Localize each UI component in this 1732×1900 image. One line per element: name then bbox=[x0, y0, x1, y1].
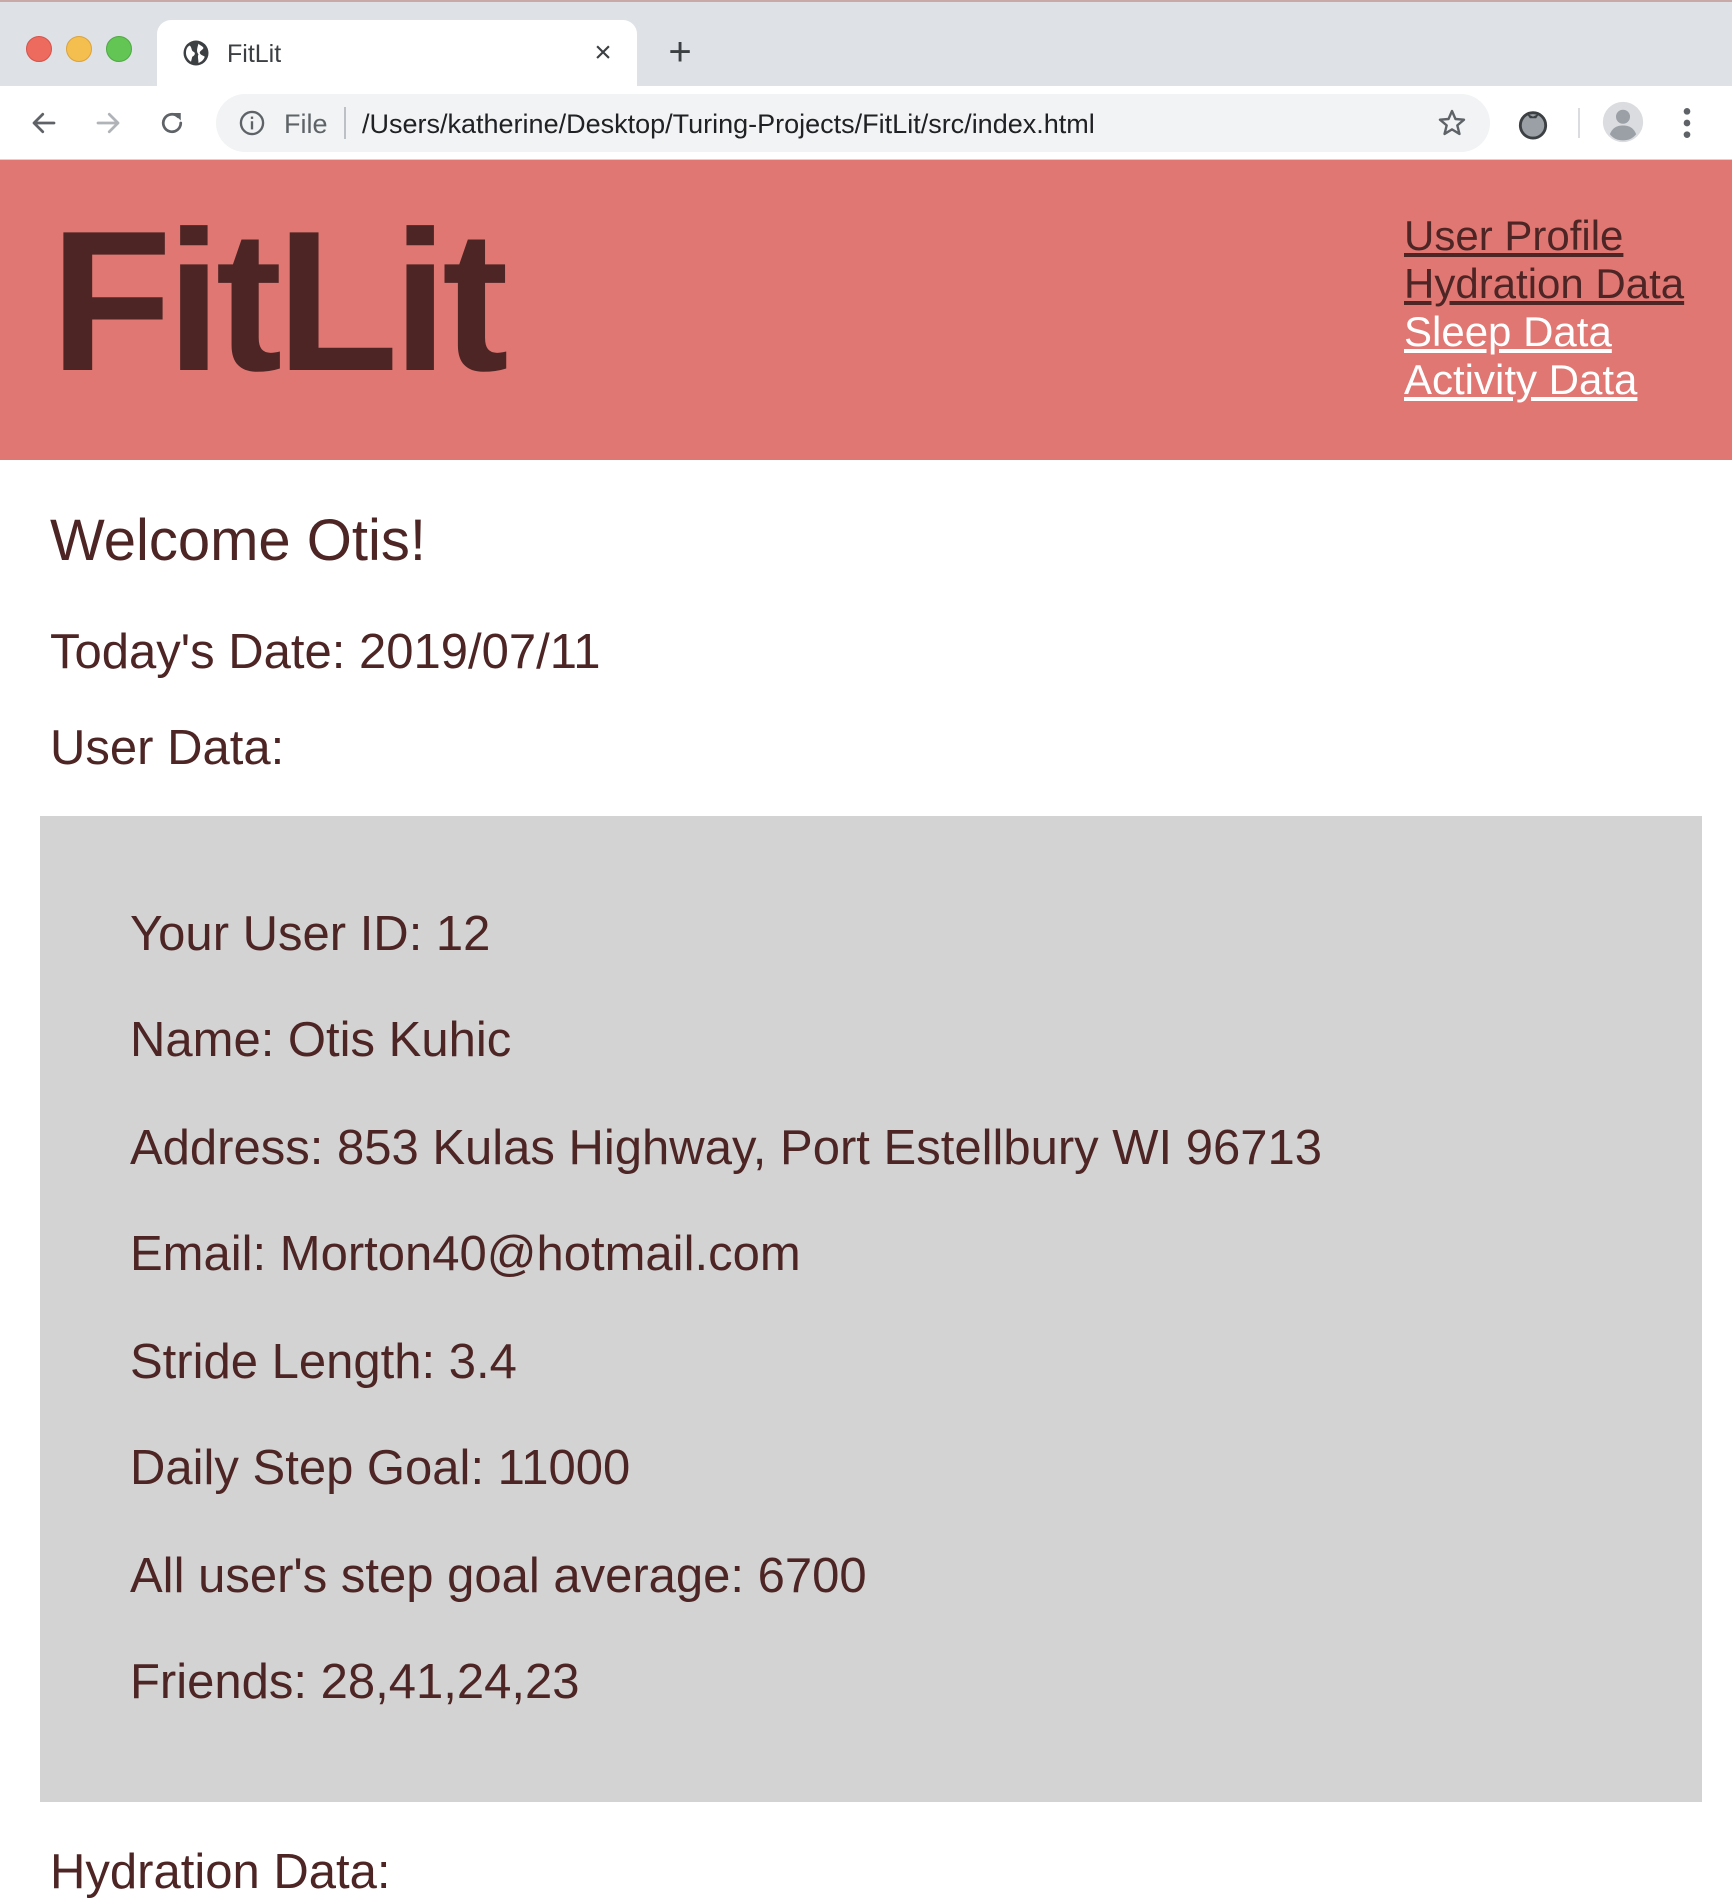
user-name: Name: Otis Kuhic bbox=[130, 1013, 512, 1067]
forward-arrow-icon bbox=[96, 112, 120, 134]
browser-tab-active[interactable]: FitLit × bbox=[157, 20, 637, 88]
star-icon[interactable] bbox=[1436, 107, 1468, 139]
globe-icon bbox=[183, 40, 209, 66]
nav-link-hydration-data[interactable]: Hydration Data bbox=[1404, 260, 1684, 308]
nav-link-sleep-data[interactable]: Sleep Data bbox=[1404, 308, 1684, 356]
browser-tab-strip: FitLit × + bbox=[0, 0, 1732, 88]
reload-icon bbox=[161, 112, 183, 134]
todays-date: Today's Date: 2019/07/11 bbox=[50, 625, 601, 679]
reload-button[interactable] bbox=[153, 104, 191, 142]
tab-close-icon[interactable]: × bbox=[587, 37, 619, 69]
address-scheme-label: File bbox=[284, 109, 328, 139]
info-icon[interactable] bbox=[238, 109, 266, 137]
tomato-extension-icon[interactable] bbox=[1514, 104, 1552, 142]
forward-button[interactable] bbox=[89, 104, 127, 142]
average-step-goal: All user's step goal average: 6700 bbox=[130, 1549, 867, 1603]
hydration-data-heading: Hydration Data: bbox=[50, 1845, 391, 1899]
back-button[interactable] bbox=[25, 104, 63, 142]
nav-link-user-profile[interactable]: User Profile bbox=[1404, 212, 1684, 260]
site-nav: User Profile Hydration Data Sleep Data A… bbox=[1404, 212, 1684, 404]
window-minimize-button[interactable] bbox=[66, 36, 92, 62]
browser-toolbar: File /Users/katherine/Desktop/Turing-Pro… bbox=[0, 86, 1732, 160]
nav-link-activity-data[interactable]: Activity Data bbox=[1404, 356, 1684, 404]
window-close-button[interactable] bbox=[26, 36, 52, 62]
address-bar[interactable]: File /Users/katherine/Desktop/Turing-Pro… bbox=[216, 94, 1490, 152]
user-address: Address: 853 Kulas Highway, Port Estellb… bbox=[130, 1121, 1323, 1175]
site-header: FitLit User Profile Hydration Data Sleep… bbox=[0, 160, 1732, 460]
site-logo: FitLit bbox=[50, 190, 509, 413]
new-tab-button[interactable]: + bbox=[662, 32, 698, 72]
friends-list: Friends: 28,41,24,23 bbox=[130, 1655, 580, 1709]
profile-icon[interactable] bbox=[1602, 101, 1644, 143]
daily-step-goal: Daily Step Goal: 11000 bbox=[130, 1441, 631, 1495]
tab-title: FitLit bbox=[227, 40, 282, 68]
welcome-heading: Welcome Otis! bbox=[50, 508, 427, 573]
toolbar-divider bbox=[1578, 108, 1580, 138]
window-maximize-button[interactable] bbox=[106, 36, 132, 62]
user-email: Email: Morton40@hotmail.com bbox=[130, 1227, 801, 1281]
user-data-heading: User Data: bbox=[50, 721, 285, 775]
address-url[interactable]: /Users/katherine/Desktop/Turing-Projects… bbox=[362, 109, 1095, 140]
user-data-card: Your User ID: 12 Name: Otis Kuhic Addres… bbox=[40, 816, 1702, 1802]
user-id: Your User ID: 12 bbox=[130, 907, 491, 961]
kebab-menu-icon[interactable] bbox=[1672, 103, 1702, 143]
back-arrow-icon bbox=[32, 112, 56, 134]
address-divider bbox=[344, 107, 346, 139]
stride-length: Stride Length: 3.4 bbox=[130, 1335, 517, 1389]
